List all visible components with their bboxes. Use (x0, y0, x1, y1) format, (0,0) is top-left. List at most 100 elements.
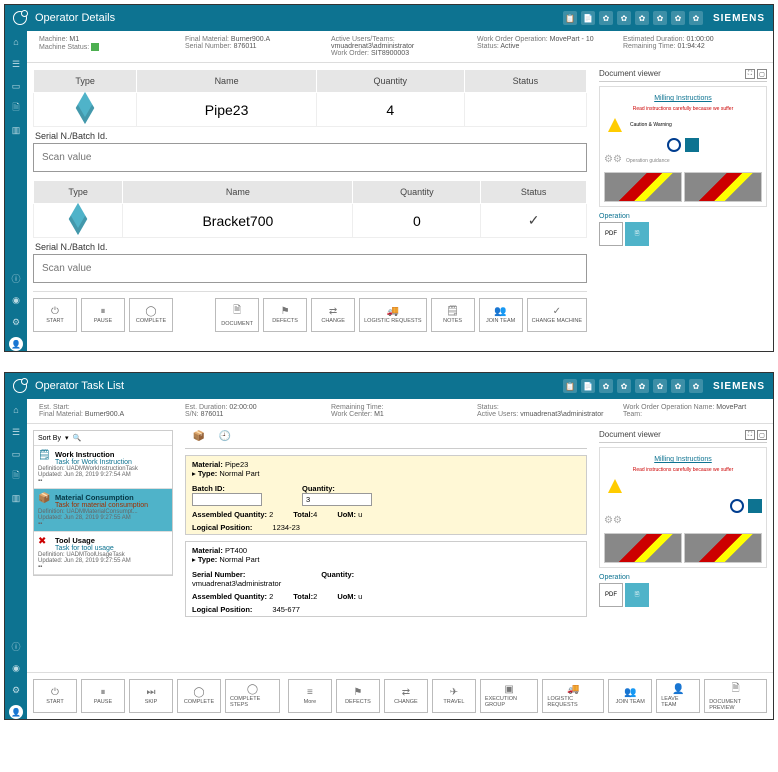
nav-doc-icon[interactable]: 🗎 (9, 469, 23, 483)
change-machine-button[interactable]: ✓CHANGE MACHINE (527, 298, 587, 332)
skip-button[interactable]: ⏭SKIP (129, 679, 173, 713)
op-file-pdf[interactable]: PDF (599, 583, 623, 607)
part-row[interactable]: Bracket7000✓ (34, 204, 587, 238)
work-instruction-icon: 🗒 (38, 450, 52, 464)
document-button[interactable]: 🗎DOCUMENT (215, 298, 259, 332)
defects-button[interactable]: ⚑DEFECTS (336, 679, 380, 713)
nav-screen-icon[interactable]: ▭ (9, 447, 23, 461)
quantity-input[interactable] (302, 493, 372, 506)
logistic-button[interactable]: 🚚LOGISTIC REQUESTS (359, 298, 426, 332)
leave-team-button[interactable]: 👤LEAVE TEAM (656, 679, 700, 713)
gears-icon: ⚙⚙ (604, 154, 622, 168)
tab-history-icon[interactable]: 🕘 (217, 428, 233, 444)
complete-button[interactable]: ◯COMPLETE (129, 298, 173, 332)
work-area: 📦 🕘 Material: Pipe23▸ Type: Normal Part … (179, 424, 593, 672)
op-file-doc[interactable]: 🗎 (625, 222, 649, 246)
nav-screen-icon[interactable]: ▭ (9, 79, 23, 93)
material-card-active[interactable]: Material: Pipe23▸ Type: Normal Part Batc… (185, 455, 587, 535)
nav-doc-icon[interactable]: 🗎 (9, 101, 23, 115)
nav-info-icon[interactable]: ⓘ (9, 271, 23, 285)
header-icon[interactable]: ✿ (599, 379, 613, 393)
batch-id-input[interactable] (192, 493, 262, 506)
pause-button[interactable]: ⏸PAUSE (81, 298, 125, 332)
popout-icon[interactable]: ▢ (757, 69, 767, 79)
tab-material-icon[interactable]: 📦 (191, 428, 207, 444)
header-icon[interactable]: ✿ (617, 379, 631, 393)
header-icon[interactable]: ✿ (599, 11, 613, 25)
scan-input[interactable] (33, 254, 587, 283)
header-icon[interactable]: 📄 (581, 379, 595, 393)
document-viewer: Document viewer⛶▢ Milling Instructions R… (593, 424, 773, 672)
task-tool-usage[interactable]: ✖ Tool Usage Task for tool usage Definit… (34, 532, 172, 575)
travel-button[interactable]: ✈TRAVEL (432, 679, 476, 713)
change-button[interactable]: ⇄CHANGE (311, 298, 355, 332)
header-icon[interactable]: ✿ (653, 379, 667, 393)
header-icon[interactable]: ✿ (635, 379, 649, 393)
header-icon[interactable]: 📋 (563, 11, 577, 25)
chevron-down-icon[interactable]: ▾ (65, 434, 69, 442)
app-logo-icon (13, 379, 27, 393)
check-icon: ✓ (481, 204, 587, 238)
header-icon[interactable]: ✿ (617, 11, 631, 25)
gears-icon: ⚙⚙ (604, 515, 622, 529)
nav-pin-icon[interactable]: ◉ (9, 661, 23, 675)
nav-chart-icon[interactable]: ▥ (9, 123, 23, 137)
part-cube-icon (76, 92, 95, 124)
execution-group-button[interactable]: ▣EXECUTION GROUP (480, 679, 538, 713)
nav-gear-icon[interactable]: ⚙ (9, 315, 23, 329)
document-preview-button[interactable]: 🗎DOCUMENT PREVIEW (704, 679, 767, 713)
nav-user-icon[interactable]: 👤 (9, 337, 23, 351)
defects-icon: ⚑ (281, 306, 290, 317)
defects-button[interactable]: ⚑DEFECTS (263, 298, 307, 332)
pause-button[interactable]: ⏸PAUSE (81, 679, 125, 713)
notes-button[interactable]: 🗒NOTES (431, 298, 475, 332)
doc-preview: Milling Instructions Read instructions c… (599, 447, 767, 568)
complete-steps-button[interactable]: ◯COMPLETE STEPS (225, 679, 280, 713)
popout-icon[interactable]: ▢ (757, 430, 767, 440)
sort-by-label[interactable]: Sort By (38, 435, 61, 442)
header-icon[interactable]: ✿ (689, 379, 703, 393)
header-icon[interactable]: ✿ (671, 379, 685, 393)
nav-home-icon[interactable]: ⌂ (9, 35, 23, 49)
header-icon[interactable]: ✿ (689, 11, 703, 25)
scan-input[interactable] (33, 143, 587, 172)
complete-button[interactable]: ◯COMPLETE (177, 679, 221, 713)
op-file-pdf[interactable]: PDF (599, 222, 623, 246)
nav-list-icon[interactable]: ☰ (9, 57, 23, 71)
nav-pin-icon[interactable]: ◉ (9, 293, 23, 307)
more-button[interactable]: ≡More (288, 679, 332, 713)
window-title: Operator Task List (35, 380, 563, 392)
header-icon[interactable]: ✿ (653, 11, 667, 25)
nav-home-icon[interactable]: ⌂ (9, 403, 23, 417)
start-button[interactable]: ⏻START (33, 298, 77, 332)
material-card[interactable]: Material: PT400▸ Type: Normal Part Seria… (185, 541, 587, 617)
nav-chart-icon[interactable]: ▥ (9, 491, 23, 505)
op-file-doc[interactable]: 🗎 (625, 583, 649, 607)
nav-list-icon[interactable]: ☰ (9, 425, 23, 439)
header-icon[interactable]: ✿ (635, 11, 649, 25)
nav-info-icon[interactable]: ⓘ (9, 639, 23, 653)
doc-photo (604, 172, 682, 202)
titlebar: Operator Details 📋 📄 ✿ ✿ ✿ ✿ ✿ ✿ SIEMENS (5, 5, 773, 31)
header-icon[interactable]: 📋 (563, 379, 577, 393)
part-row[interactable]: Pipe234 (34, 93, 587, 127)
header-icon[interactable]: ✿ (671, 11, 685, 25)
nav-gear-icon[interactable]: ⚙ (9, 683, 23, 697)
team-icon: 👥 (494, 306, 506, 317)
header-icon[interactable]: 📄 (581, 11, 595, 25)
change-button[interactable]: ⇄CHANGE (384, 679, 428, 713)
logistic-button[interactable]: 🚚LOGISTIC REQUESTS (542, 679, 604, 713)
expand-icon[interactable]: ⛶ (745, 430, 755, 440)
start-button[interactable]: ⏻START (33, 679, 77, 713)
task-material-consumption[interactable]: 📦 Material Consumption Task for material… (34, 489, 172, 532)
brand: SIEMENS (713, 13, 765, 24)
join-team-button[interactable]: 👥JOIN TEAM (608, 679, 652, 713)
material-icon: 📦 (38, 493, 52, 507)
search-icon[interactable]: 🔍 (72, 434, 81, 442)
nav-user-icon[interactable]: 👤 (9, 705, 23, 719)
join-team-button[interactable]: 👥JOIN TEAM (479, 298, 523, 332)
expand-icon[interactable]: ⛶ (745, 69, 755, 79)
task-work-instruction[interactable]: 🗒 Work Instruction Task for Work Instruc… (34, 446, 172, 489)
complete-icon: ◯ (145, 306, 156, 317)
task-list: Sort By ▾ 🔍 🗒 Work Instruction Task for … (33, 430, 173, 576)
